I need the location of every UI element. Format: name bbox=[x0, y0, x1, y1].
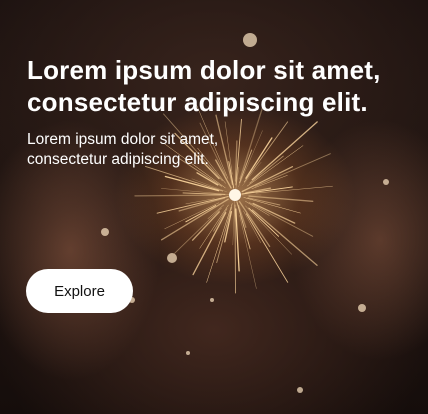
bokeh-dot bbox=[243, 33, 257, 47]
spark-ray bbox=[134, 194, 222, 197]
spark-ray bbox=[156, 196, 229, 214]
hero-title: Lorem ipsum dolor sit amet, consectetur … bbox=[27, 55, 381, 117]
spark-ray bbox=[178, 197, 226, 212]
bokeh-dot bbox=[210, 298, 214, 302]
hero-banner: Lorem ipsum dolor sit amet, consectetur … bbox=[0, 0, 428, 414]
explore-button[interactable]: Explore bbox=[26, 269, 133, 313]
bokeh-dot bbox=[186, 351, 190, 355]
bokeh-dot bbox=[383, 179, 389, 185]
spark-ray bbox=[234, 204, 236, 294]
spark-ray bbox=[232, 200, 235, 246]
hero-content: Lorem ipsum dolor sit amet, consectetur … bbox=[27, 54, 387, 170]
bokeh-dot bbox=[167, 253, 177, 263]
hero-subtitle: Lorem ipsum dolor sit amet, consectetur … bbox=[27, 131, 219, 168]
bokeh-dot bbox=[297, 387, 303, 393]
bokeh-dot bbox=[101, 228, 109, 236]
spark-ray bbox=[235, 208, 240, 272]
spark-ray bbox=[255, 185, 333, 194]
bokeh-dot bbox=[358, 304, 366, 312]
